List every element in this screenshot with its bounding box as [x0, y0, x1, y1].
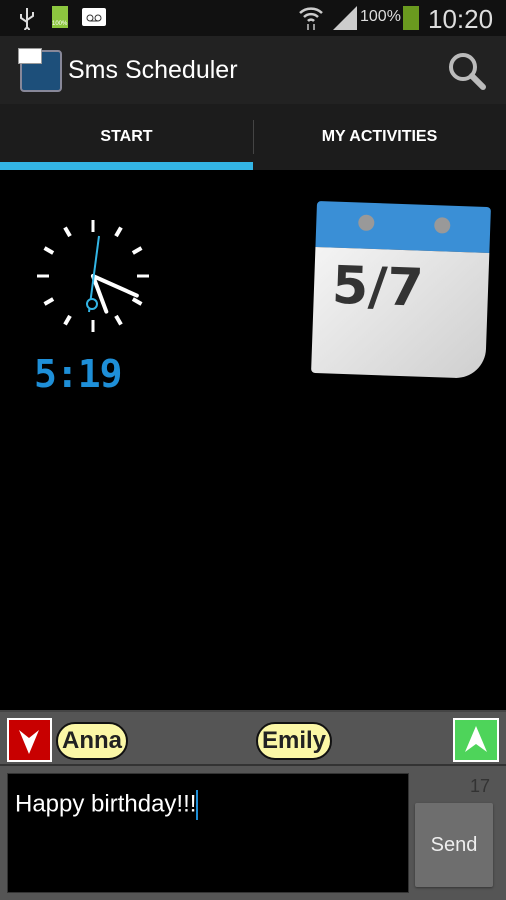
- battery-icon: [403, 6, 419, 30]
- clock-tick: [131, 297, 143, 306]
- calendar-date: 5/7: [331, 255, 425, 319]
- signal-icon: [333, 6, 357, 30]
- clock-tick: [43, 297, 55, 306]
- action-bar: Sms Scheduler: [0, 36, 506, 104]
- arrow-up-icon[interactable]: [453, 718, 499, 762]
- clock-tick: [131, 246, 143, 255]
- voicemail-icon: [82, 8, 106, 26]
- clock-tick: [63, 314, 72, 326]
- tab-my-activities[interactable]: MY ACTIVITIES: [253, 104, 506, 170]
- clock-tick: [63, 226, 72, 238]
- clock-tick: [114, 314, 123, 326]
- app-title: Sms Scheduler: [68, 56, 238, 84]
- contacts-bar: Anna Emily: [0, 710, 506, 766]
- clock-tick: [114, 226, 123, 238]
- status-bar: 100% 100% 10:20: [0, 0, 506, 36]
- contact-chip-emily[interactable]: Emily: [256, 722, 333, 760]
- analog-clock-icon[interactable]: [33, 216, 153, 336]
- calendar-widget[interactable]: 5/7: [311, 201, 491, 379]
- start-content: 5:19 5/7: [0, 170, 506, 710]
- digital-clock: 5:19: [34, 352, 123, 396]
- app-logo-icon: [18, 48, 62, 92]
- char-count: 17: [470, 776, 491, 796]
- usb-icon: [20, 8, 34, 30]
- tab-start[interactable]: START: [0, 104, 253, 170]
- search-icon[interactable]: [446, 50, 488, 92]
- battery-icon: 100%: [52, 6, 68, 28]
- send-button[interactable]: Send: [415, 803, 493, 887]
- text-cursor: [196, 790, 199, 820]
- tab-bar: START MY ACTIVITIES: [0, 104, 506, 170]
- arrow-down-icon[interactable]: [7, 718, 52, 762]
- clock-time: 10:20: [428, 4, 494, 34]
- wifi-icon: [299, 7, 323, 30]
- contact-chip-anna[interactable]: Anna: [56, 722, 128, 760]
- compose-area: Happy birthday!!! 17 Send: [0, 766, 506, 900]
- tab-indicator: [0, 162, 253, 170]
- clock-tick: [43, 246, 55, 255]
- message-input[interactable]: Happy birthday!!!: [7, 773, 409, 893]
- second-hand-pivot: [86, 298, 98, 310]
